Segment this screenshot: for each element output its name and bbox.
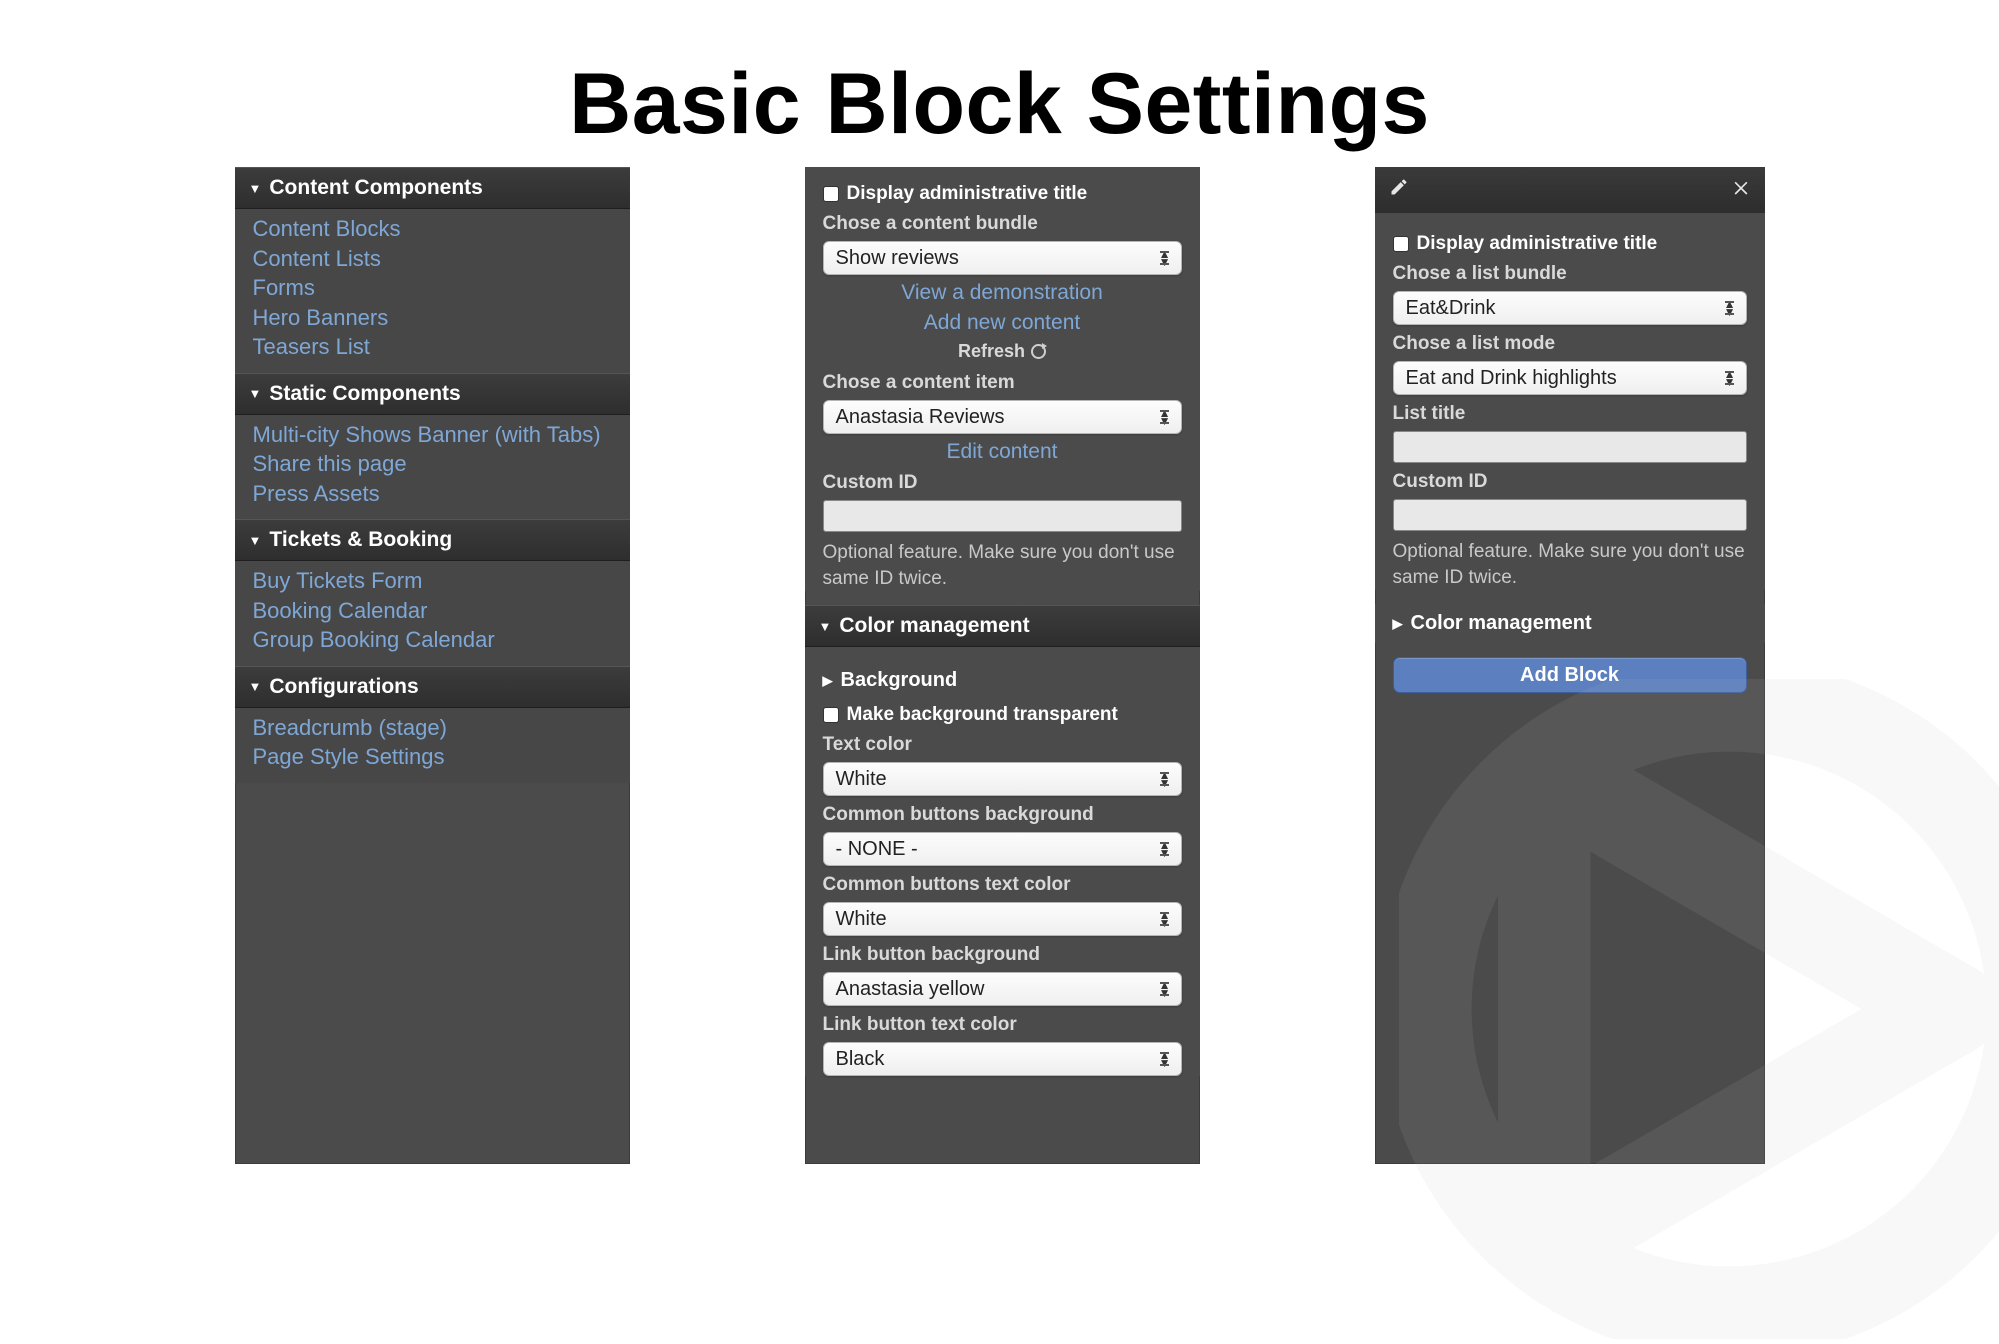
content-item-label: Chose a content item — [823, 372, 1182, 394]
section-label: Configurations — [269, 675, 418, 699]
display-admin-title-checkbox[interactable] — [823, 186, 839, 202]
sidebar-item-multi-city-banner[interactable]: Multi-city Shows Banner (with Tabs) — [253, 421, 612, 449]
link-button-bg-value: Anastasia yellow — [836, 978, 985, 1001]
section-label: Static Components — [269, 382, 460, 406]
select-arrows-icon: ▲▼ — [1159, 771, 1171, 787]
sidebar-item-page-style-settings[interactable]: Page Style Settings — [253, 743, 612, 771]
content-list-settings-panel: Display administrative title Chose a lis… — [1375, 167, 1765, 1164]
common-buttons-text-value: White — [836, 908, 887, 931]
sidebar-item-group-booking-calendar[interactable]: Group Booking Calendar — [253, 626, 612, 654]
refresh-button[interactable]: Refresh — [823, 341, 1182, 362]
list-bundle-select[interactable]: Eat&Drink ▲▼ — [1393, 291, 1747, 325]
list-mode-select[interactable]: Eat and Drink highlights ▲▼ — [1393, 361, 1747, 395]
sidebar-components-panel: Content Components Content Blocks Conten… — [235, 167, 630, 1164]
background-subheader[interactable]: Background — [823, 657, 1182, 698]
custom-id-label-3: Custom ID — [1393, 471, 1747, 493]
list-title-label: List title — [1393, 403, 1747, 425]
display-admin-title-checkbox-3[interactable] — [1393, 236, 1409, 252]
content-item-select[interactable]: Anastasia Reviews ▲▼ — [823, 400, 1182, 434]
custom-id-input-3[interactable] — [1393, 499, 1747, 531]
link-button-text-select[interactable]: Black ▲▼ — [823, 1042, 1182, 1076]
sidebar-item-hero-banners[interactable]: Hero Banners — [253, 304, 612, 332]
display-admin-title-label-3: Display administrative title — [1417, 233, 1658, 255]
list-mode-label: Chose a list mode — [1393, 333, 1747, 355]
sidebar-item-content-blocks[interactable]: Content Blocks — [253, 215, 612, 243]
section-content-components-list: Content Blocks Content Lists Forms Hero … — [235, 209, 630, 373]
close-icon[interactable] — [1731, 177, 1751, 203]
content-bundle-value: Show reviews — [836, 247, 959, 270]
link-button-bg-label: Link button background — [823, 944, 1182, 966]
sidebar-item-teasers-list[interactable]: Teasers List — [253, 333, 612, 361]
select-arrows-icon: ▲▼ — [1159, 911, 1171, 927]
make-bg-transparent-label: Make background transparent — [847, 704, 1118, 726]
select-arrows-icon: ▲▼ — [1724, 370, 1736, 386]
background-label: Background — [841, 669, 958, 692]
make-bg-transparent-checkbox[interactable] — [823, 707, 839, 723]
select-arrows-icon: ▲▼ — [1159, 250, 1171, 266]
refresh-label: Refresh — [958, 341, 1025, 362]
color-management-header[interactable]: Color management — [805, 605, 1200, 647]
section-label: Content Components — [269, 176, 482, 200]
section-static-components-list: Multi-city Shows Banner (with Tabs) Shar… — [235, 415, 630, 520]
refresh-icon — [1031, 344, 1046, 359]
sidebar-item-share-this-page[interactable]: Share this page — [253, 450, 612, 478]
common-buttons-bg-label: Common buttons background — [823, 804, 1182, 826]
display-admin-title-label: Display administrative title — [847, 183, 1088, 205]
color-management-label: Color management — [839, 614, 1029, 638]
text-color-select[interactable]: White ▲▼ — [823, 762, 1182, 796]
sidebar-item-forms[interactable]: Forms — [253, 274, 612, 302]
section-content-components[interactable]: Content Components — [235, 167, 630, 209]
link-button-bg-select[interactable]: Anastasia yellow ▲▼ — [823, 972, 1182, 1006]
custom-id-input[interactable] — [823, 500, 1182, 532]
sidebar-item-booking-calendar[interactable]: Booking Calendar — [253, 597, 612, 625]
common-buttons-bg-select[interactable]: - NONE - ▲▼ — [823, 832, 1182, 866]
list-bundle-label: Chose a list bundle — [1393, 263, 1747, 285]
section-configurations[interactable]: Configurations — [235, 666, 630, 708]
section-tickets-booking[interactable]: Tickets & Booking — [235, 519, 630, 561]
list-title-input[interactable] — [1393, 431, 1747, 463]
common-buttons-text-label: Common buttons text color — [823, 874, 1182, 896]
sidebar-item-content-lists[interactable]: Content Lists — [253, 245, 612, 273]
content-item-value: Anastasia Reviews — [836, 406, 1005, 429]
common-buttons-text-select[interactable]: White ▲▼ — [823, 902, 1182, 936]
section-tickets-booking-list: Buy Tickets Form Booking Calendar Group … — [235, 561, 630, 666]
content-bundle-select[interactable]: Show reviews ▲▼ — [823, 241, 1182, 275]
page-title: Basic Block Settings — [0, 55, 1999, 154]
custom-id-help-3: Optional feature. Make sure you don't us… — [1393, 539, 1747, 590]
color-management-label-3: Color management — [1411, 612, 1592, 635]
content-bundle-label: Chose a content bundle — [823, 213, 1182, 235]
text-color-value: White — [836, 768, 887, 791]
custom-id-label: Custom ID — [823, 472, 1182, 494]
add-new-content-link[interactable]: Add new content — [823, 311, 1182, 335]
edit-content-link[interactable]: Edit content — [823, 440, 1182, 464]
link-button-text-value: Black — [836, 1048, 885, 1071]
add-block-label: Add Block — [1520, 664, 1619, 687]
content-block-settings-panel: Display administrative title Chose a con… — [805, 167, 1200, 1164]
select-arrows-icon: ▲▼ — [1159, 409, 1171, 425]
sidebar-item-press-assets[interactable]: Press Assets — [253, 480, 612, 508]
section-label: Tickets & Booking — [269, 528, 452, 552]
add-block-button[interactable]: Add Block — [1393, 657, 1747, 693]
text-color-label: Text color — [823, 734, 1182, 756]
select-arrows-icon: ▲▼ — [1159, 981, 1171, 997]
section-static-components[interactable]: Static Components — [235, 373, 630, 415]
select-arrows-icon: ▲▼ — [1159, 841, 1171, 857]
common-buttons-bg-value: - NONE - — [836, 838, 918, 861]
custom-id-help: Optional feature. Make sure you don't us… — [823, 540, 1182, 591]
edit-icon — [1389, 177, 1409, 203]
select-arrows-icon: ▲▼ — [1724, 300, 1736, 316]
list-mode-value: Eat and Drink highlights — [1406, 367, 1617, 390]
link-button-text-label: Link button text color — [823, 1014, 1182, 1036]
color-management-header-3[interactable]: Color management — [1375, 604, 1765, 643]
sidebar-item-breadcrumb-stage[interactable]: Breadcrumb (stage) — [253, 714, 612, 742]
list-bundle-value: Eat&Drink — [1406, 297, 1496, 320]
view-demonstration-link[interactable]: View a demonstration — [823, 281, 1182, 305]
sidebar-item-buy-tickets-form[interactable]: Buy Tickets Form — [253, 567, 612, 595]
section-configurations-list: Breadcrumb (stage) Page Style Settings — [235, 708, 630, 783]
select-arrows-icon: ▲▼ — [1159, 1051, 1171, 1067]
